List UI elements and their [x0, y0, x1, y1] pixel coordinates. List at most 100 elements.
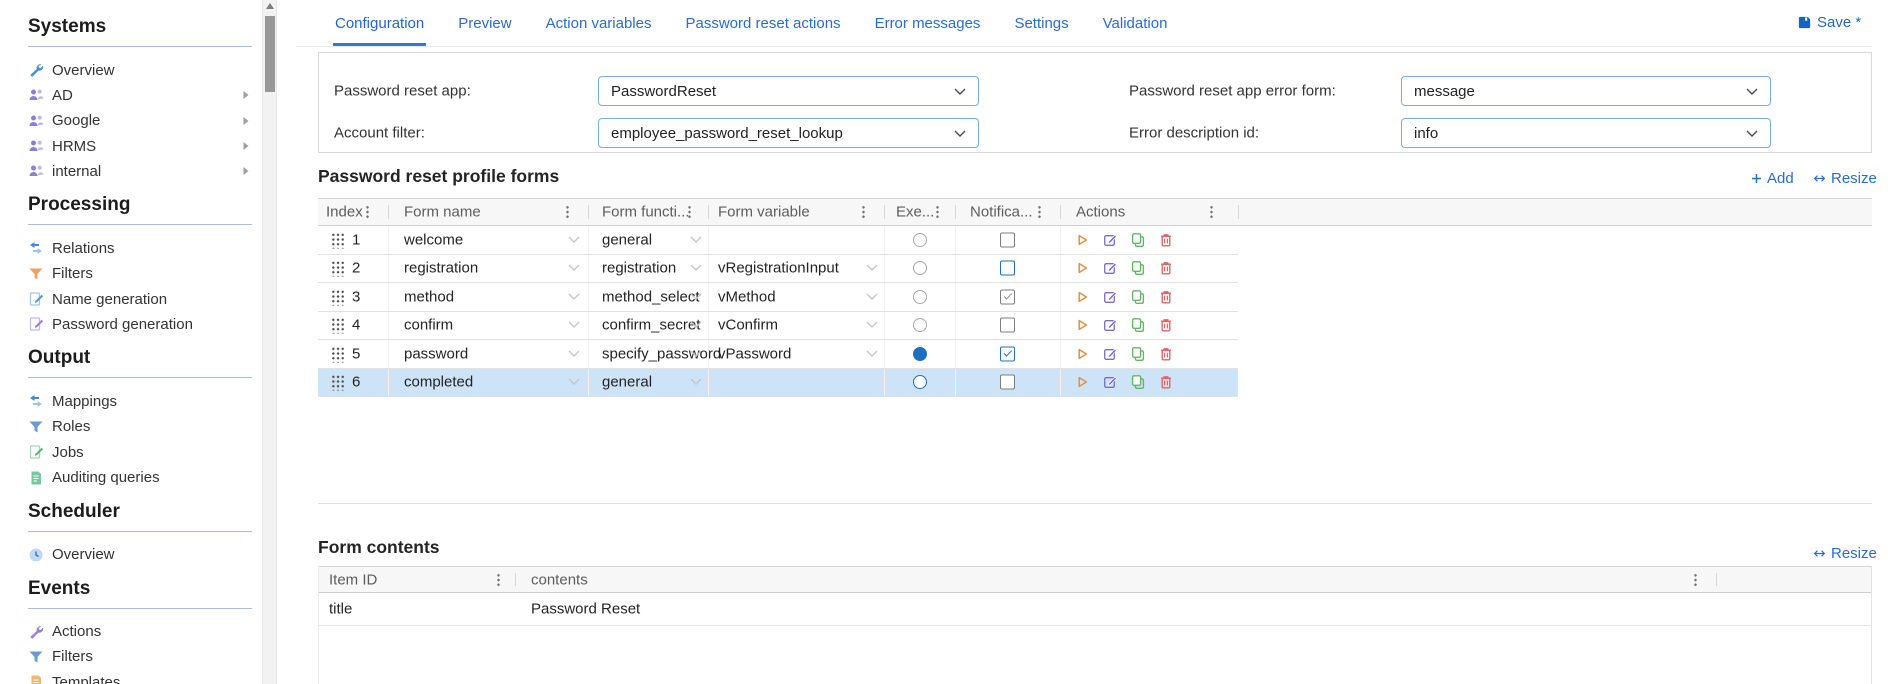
exec-radio[interactable]	[913, 289, 927, 304]
cell-form-function[interactable]: registration	[602, 260, 676, 277]
delete-icon[interactable]	[1158, 232, 1174, 248]
cell-form-variable[interactable]: vPassword	[718, 345, 791, 362]
cell-form-function[interactable]: confirm_secret	[602, 317, 700, 334]
edit-icon[interactable]	[1102, 346, 1118, 362]
sidebar-item-hrms[interactable]: HRMS	[28, 134, 252, 158]
copy-icon[interactable]	[1130, 289, 1146, 305]
chevron-down-icon[interactable]	[690, 293, 702, 301]
scrollbar-up-icon[interactable]	[266, 3, 274, 9]
chevron-down-icon[interactable]	[690, 236, 702, 244]
chevron-down-icon[interactable]	[568, 293, 580, 301]
chevron-right-icon[interactable]	[242, 141, 250, 151]
edit-icon[interactable]	[1102, 374, 1118, 390]
sidebar-item-auditing-queries[interactable]: Auditing queries	[28, 466, 252, 490]
chevron-down-icon[interactable]	[690, 378, 702, 386]
notification-checkbox[interactable]	[1000, 289, 1015, 305]
chevron-down-icon[interactable]	[866, 264, 878, 272]
sidebar-scrollbar[interactable]	[262, 0, 277, 684]
edit-icon[interactable]	[1102, 317, 1118, 333]
cell-form-name[interactable]: method	[404, 288, 454, 305]
cell-form-function[interactable]: general	[602, 374, 652, 391]
tab-action-variables[interactable]: Action variables	[544, 13, 654, 46]
edit-icon[interactable]	[1102, 232, 1118, 248]
cell-form-name[interactable]: registration	[404, 260, 478, 277]
sidebar-item-overview[interactable]: Overview	[28, 543, 252, 567]
sidebar-item-password-generation[interactable]: Password generation	[28, 312, 252, 336]
col-exec-menu-icon[interactable]	[936, 205, 939, 219]
cell-form-name[interactable]: completed	[404, 374, 473, 391]
tab-error-messages[interactable]: Error messages	[873, 13, 983, 46]
drag-handle-icon[interactable]	[330, 288, 344, 306]
copy-icon[interactable]	[1130, 317, 1146, 333]
sidebar-item-overview[interactable]: Overview	[28, 58, 252, 82]
tab-settings[interactable]: Settings	[1012, 13, 1070, 46]
chevron-down-icon[interactable]	[568, 350, 580, 358]
add-button[interactable]: Add	[1750, 170, 1794, 187]
drag-handle-icon[interactable]	[330, 316, 344, 334]
chevron-down-icon[interactable]	[690, 350, 702, 358]
delete-icon[interactable]	[1158, 289, 1174, 305]
table-row[interactable]: 6 completed general	[318, 368, 1238, 397]
cell-form-function[interactable]: general	[602, 231, 652, 248]
copy-icon[interactable]	[1130, 232, 1146, 248]
tab-preview[interactable]: Preview	[456, 13, 513, 46]
copy-icon[interactable]	[1130, 346, 1146, 362]
tab-password-reset-actions[interactable]: Password reset actions	[683, 13, 842, 46]
chevron-down-icon[interactable]	[568, 321, 580, 329]
edit-icon[interactable]	[1102, 260, 1118, 276]
col-form-name-menu-icon[interactable]	[566, 205, 569, 219]
save-button[interactable]: Save *	[1797, 14, 1861, 31]
copy-icon[interactable]	[1130, 260, 1146, 276]
sidebar-item-mappings[interactable]: Mappings	[28, 389, 252, 413]
sidebar-item-relations[interactable]: Relations	[28, 236, 252, 260]
col-form-variable-menu-icon[interactable]	[862, 205, 865, 219]
drag-handle-icon[interactable]	[330, 231, 344, 249]
cell-form-variable[interactable]: vMethod	[718, 288, 776, 305]
cell-form-function[interactable]: method_select	[602, 288, 700, 305]
notification-checkbox[interactable]	[1000, 346, 1015, 362]
cell-form-variable[interactable]: vRegistrationInput	[718, 260, 839, 277]
run-icon[interactable]	[1074, 374, 1090, 390]
tab-configuration[interactable]: Configuration	[333, 13, 427, 46]
sidebar-item-ad[interactable]: AD	[28, 83, 252, 107]
chevron-right-icon[interactable]	[242, 166, 250, 176]
run-icon[interactable]	[1074, 260, 1090, 276]
cell-form-name[interactable]: confirm	[404, 317, 453, 334]
table-row[interactable]: title Password Reset	[319, 593, 1871, 626]
cell-form-name[interactable]: password	[404, 345, 468, 362]
chevron-down-icon[interactable]	[568, 236, 580, 244]
notification-checkbox[interactable]	[1000, 260, 1015, 276]
delete-icon[interactable]	[1158, 260, 1174, 276]
exec-radio[interactable]	[913, 375, 927, 390]
exec-radio[interactable]	[913, 261, 927, 276]
chevron-down-icon[interactable]	[568, 264, 580, 272]
cell-form-variable[interactable]: vConfirm	[718, 317, 778, 334]
cell-form-function[interactable]: specify_password	[602, 345, 721, 362]
run-icon[interactable]	[1074, 289, 1090, 305]
sidebar-item-actions[interactable]: Actions	[28, 620, 252, 644]
sidebar-item-internal[interactable]: internal	[28, 159, 252, 183]
sidebar-item-jobs[interactable]: Jobs	[28, 440, 252, 464]
table-row[interactable]: 1 welcome general	[318, 226, 1238, 255]
drag-handle-icon[interactable]	[330, 259, 344, 277]
cell-form-name[interactable]: welcome	[404, 231, 463, 248]
drag-handle-icon[interactable]	[330, 345, 344, 363]
error-description-id-select[interactable]: info	[1401, 118, 1771, 148]
notification-checkbox[interactable]	[1000, 317, 1015, 333]
notification-checkbox[interactable]	[1000, 232, 1015, 248]
col-item-id-menu-icon[interactable]	[497, 572, 500, 587]
chevron-right-icon[interactable]	[242, 116, 250, 126]
table-row[interactable]: 5 password specify_password vPassword	[318, 340, 1238, 369]
table-row[interactable]: 2 registration registration vRegistrationIn…	[318, 254, 1238, 283]
copy-icon[interactable]	[1130, 374, 1146, 390]
chevron-down-icon[interactable]	[690, 321, 702, 329]
chevron-down-icon[interactable]	[866, 321, 878, 329]
chevron-down-icon[interactable]	[866, 293, 878, 301]
exec-radio[interactable]	[913, 346, 927, 361]
run-icon[interactable]	[1074, 317, 1090, 333]
chevron-down-icon[interactable]	[690, 264, 702, 272]
chevron-down-icon[interactable]	[866, 350, 878, 358]
notification-checkbox[interactable]	[1000, 374, 1015, 390]
run-icon[interactable]	[1074, 232, 1090, 248]
account-filter-select[interactable]: employee_password_reset_lookup	[598, 118, 979, 148]
